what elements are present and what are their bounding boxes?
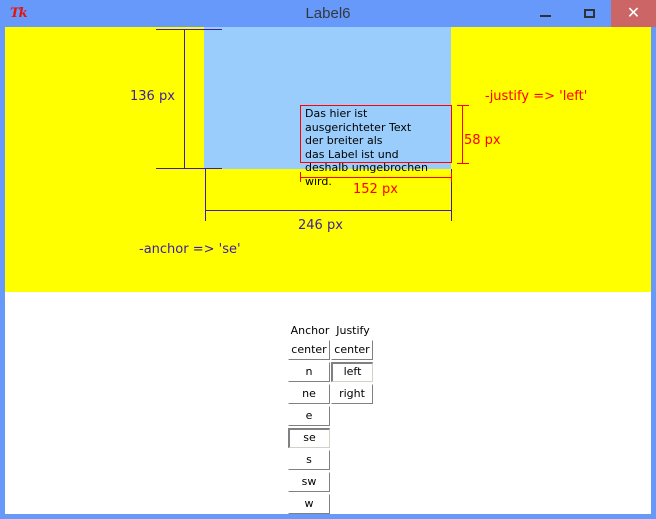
demo-canvas[interactable]: Das hier ist ausgerichteter Text der bre…: [5, 27, 651, 292]
maximize-button[interactable]: [567, 0, 611, 27]
anchor-button-n[interactable]: n: [288, 362, 330, 382]
justify-button-center[interactable]: center: [331, 340, 373, 360]
dim-label-152px: 152 px: [353, 182, 398, 197]
justify-column-header: Justify: [336, 324, 370, 337]
dim-tick-right-246: [451, 169, 452, 221]
justify-button-right[interactable]: right: [331, 384, 373, 404]
client-area: Das hier ist ausgerichteter Text der bre…: [5, 27, 651, 514]
annotation-anchor-option: -anchor => 'se': [139, 242, 241, 257]
close-button[interactable]: ✕: [611, 0, 656, 27]
dim-line-136: [184, 29, 185, 169]
dim-tick-left-152: [300, 172, 301, 182]
anchor-button-center[interactable]: center: [288, 340, 330, 360]
dim-label-246px: 246 px: [298, 218, 343, 233]
anchor-button-s[interactable]: s: [288, 450, 330, 470]
dim-label-58px: 58 px: [464, 133, 501, 148]
minimize-icon: [539, 15, 551, 17]
application-window: Tk Label6 ✕ Das hier ist ausgerichteter …: [0, 0, 656, 519]
minimize-button[interactable]: [523, 0, 567, 27]
annotation-justify-option: -justify => 'left': [485, 89, 588, 104]
dim-label-136px: 136 px: [130, 89, 175, 104]
dim-line-58: [462, 105, 463, 163]
dim-tick-left-246: [205, 169, 206, 221]
anchor-column-header: Anchor: [290, 324, 330, 337]
dim-tick-top-58: [457, 105, 469, 106]
anchor-button-e[interactable]: e: [288, 406, 330, 426]
justify-button-left[interactable]: left: [331, 362, 373, 382]
controls-panel: Anchor Justify centernneesesswwnw center…: [5, 292, 651, 514]
title-bar[interactable]: Tk Label6 ✕: [0, 0, 656, 27]
anchor-button-ne[interactable]: ne: [288, 384, 330, 404]
anchor-button-w[interactable]: w: [288, 494, 330, 514]
anchor-button-se[interactable]: se: [288, 428, 330, 448]
anchor-button-sw[interactable]: sw: [288, 472, 330, 492]
dim-line-246: [205, 210, 452, 211]
label-text-block: Das hier ist ausgerichteter Text der bre…: [300, 105, 452, 188]
close-icon: ✕: [626, 4, 641, 22]
dim-tick-bottom-58: [457, 163, 469, 164]
maximize-icon: [583, 9, 595, 18]
dim-tick-right-152: [451, 172, 452, 182]
